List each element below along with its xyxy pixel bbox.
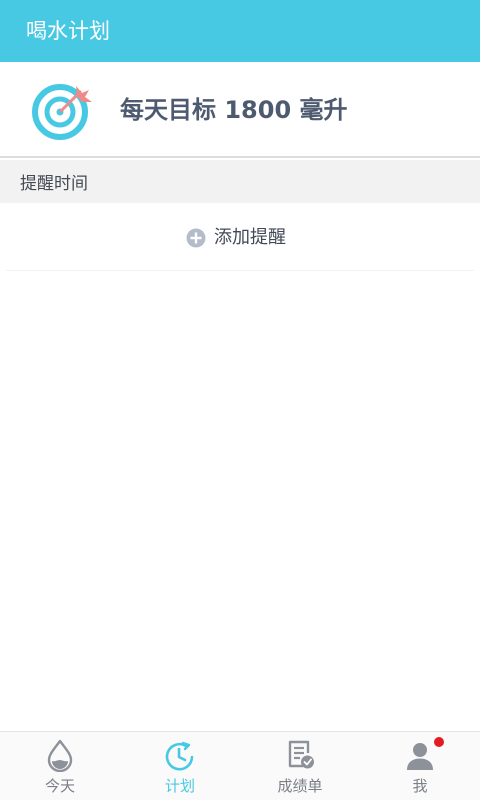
bottom-tab-bar: 今天 计划 成绩单 我 <box>0 731 480 800</box>
user-icon <box>407 743 433 770</box>
tab-plan-label: 计划 <box>164 777 195 795</box>
target-arrow-icon <box>32 84 92 140</box>
daily-goal-text: 每天目标 1800 毫升 <box>120 96 348 124</box>
page-title: 喝水计划 <box>26 19 110 43</box>
notification-badge-dot <box>434 737 444 747</box>
tab-report[interactable]: 成绩单 <box>240 732 360 800</box>
plus-circle-icon <box>186 228 206 248</box>
reminder-section-title: 提醒时间 <box>20 174 88 194</box>
tab-report-label: 成绩单 <box>277 777 323 795</box>
reminder-section-header: 提醒时间 <box>0 160 480 203</box>
report-check-icon <box>288 740 314 769</box>
tab-me[interactable]: 我 <box>360 732 480 800</box>
daily-goal-card[interactable]: 每天目标 1800 毫升 <box>0 62 480 158</box>
tab-today[interactable]: 今天 <box>0 732 120 800</box>
clock-icon <box>165 741 194 771</box>
tab-plan[interactable]: 计划 <box>120 732 240 800</box>
add-reminder-label: 添加提醒 <box>214 227 286 248</box>
divider <box>6 270 474 271</box>
app-header: 喝水计划 <box>0 0 480 62</box>
tab-me-label: 我 <box>412 777 428 795</box>
add-reminder-button[interactable]: 添加提醒 <box>0 203 480 271</box>
tab-today-label: 今天 <box>44 777 75 795</box>
water-drop-icon <box>47 739 73 772</box>
